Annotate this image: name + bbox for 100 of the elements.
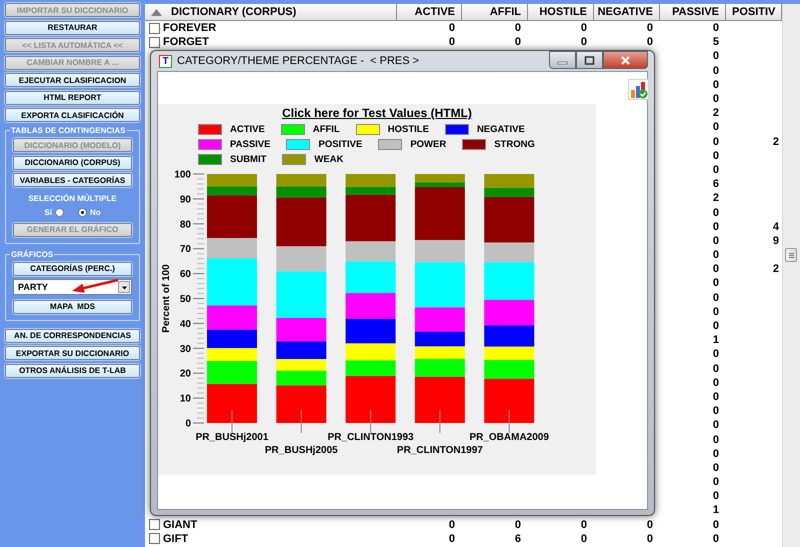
table-cell: 0 (514, 36, 521, 48)
legend-label: HOSTILE (388, 124, 429, 135)
y-axis-title: Percent of 100 (161, 264, 172, 333)
minimize-button[interactable] (549, 51, 576, 69)
sidebar-button[interactable]: MAPA MDS (13, 300, 132, 314)
table-cell: 0 (712, 405, 719, 418)
legend-label: PASSIVE (230, 139, 270, 150)
table-cell: 0 (712, 306, 719, 318)
word-cell: FORGET (163, 36, 209, 48)
app-icon: T (159, 54, 172, 68)
group-title: TABLAS DE CONTINGENCIAS (10, 126, 127, 135)
sidebar-button[interactable]: OTROS ANÁLISIS DE T-LAB (5, 364, 140, 378)
sidebar-button[interactable]: VARIABLES - CATEGORÍAS (13, 173, 132, 187)
legend-label: SUBMIT (230, 154, 266, 165)
x-tick-label: PR_CLINTON1997 (396, 445, 483, 456)
column-header[interactable]: NEGATIVE (594, 4, 660, 21)
y-tick-label: 10 (180, 394, 191, 405)
radio-label: No (90, 208, 101, 217)
y-tick-label: 60 (180, 269, 191, 280)
sidebar-button[interactable]: HTML REPORT (5, 90, 140, 104)
sidebar-button[interactable]: EXPORTAR SU DICCIONARIO (5, 346, 140, 360)
table-cell: 0 (580, 518, 587, 531)
column-header[interactable]: ACTIVE (397, 4, 462, 21)
table-cell: 2 (772, 136, 779, 148)
checkbox[interactable] (149, 22, 160, 34)
maximize-icon (584, 56, 595, 64)
table-cell: 4 (772, 220, 779, 233)
table-cell: 0 (712, 362, 719, 375)
table-cell: 9 (772, 234, 779, 247)
dropdown[interactable]: PARTY (13, 279, 132, 295)
radio-button[interactable] (78, 208, 87, 217)
table-cell: 2 (712, 192, 719, 204)
test-values-link[interactable]: Click here for Test Values (HTML) (282, 106, 472, 120)
table-cell: 2 (772, 263, 779, 276)
checkbox[interactable] (149, 533, 160, 544)
legend-label: ACTIVE (230, 124, 265, 135)
sidebar-button[interactable]: AN. DE CORRESPONDENCIAS (5, 328, 140, 342)
sidebar-button[interactable]: RESTAURAR (5, 20, 140, 34)
checkbox[interactable] (149, 36, 160, 48)
table-cell: 0 (646, 518, 653, 531)
table-cell: 6 (514, 532, 521, 545)
x-tick-label: PR_OBAMA2009 (469, 432, 549, 443)
legend-label: POSITIVE (318, 139, 362, 150)
x-tick-label: PR_BUSHj2005 (264, 445, 338, 456)
table-cell: 0 (712, 93, 719, 106)
window-title: CATEGORY/THEME PERCENTAGE - < PRES > (177, 55, 420, 67)
table-cell: 0 (448, 36, 455, 48)
table-cell: 0 (712, 419, 719, 432)
radio-button[interactable] (54, 208, 64, 217)
table-cell: 0 (712, 376, 719, 389)
table-cell: 0 (448, 532, 455, 545)
table-cell: 0 (712, 390, 719, 403)
group-title: GRÁFICOS (10, 250, 54, 258)
radio-label: Sí (44, 208, 52, 217)
word-cell: FOREVER (163, 22, 216, 34)
y-tick-label: 100 (174, 170, 191, 180)
sidebar-button[interactable]: EJECUTAR CLASIFICACION (5, 73, 140, 87)
y-tick-label: 20 (180, 368, 191, 380)
table-cell: 0 (712, 518, 719, 531)
sidebar-button[interactable]: EXPORTA CLASIFICACIÓN (5, 108, 140, 122)
table-cell: 0 (712, 206, 719, 219)
word-cell: GIFT (163, 532, 188, 545)
y-tick-label: 0 (185, 418, 191, 430)
bar-segment (346, 343, 396, 360)
legend-label: WEAK (314, 154, 344, 165)
caret-icon (118, 281, 130, 293)
sort-icon (151, 8, 162, 16)
column-header[interactable]: HOSTILE (528, 4, 594, 21)
legend-label: POWER (410, 139, 446, 150)
bar-segment (346, 293, 396, 319)
y-tick-label: 30 (180, 344, 191, 355)
maximize-button[interactable] (576, 51, 603, 69)
table-cell: 0 (712, 490, 719, 502)
sidebar-button[interactable]: DICCIONARIO (CORPUS) (13, 156, 132, 170)
scrollbar[interactable] (782, 4, 800, 547)
word-cell: GIANT (163, 518, 198, 531)
table-cell: 0 (712, 121, 719, 134)
y-tick-label: 80 (180, 219, 191, 230)
column-header[interactable]: AFFIL (462, 4, 528, 21)
table-cell: 1 (712, 504, 719, 516)
column-header[interactable]: DICTIONARY (CORPUS) (145, 4, 397, 21)
table-cell: 0 (712, 462, 719, 474)
table-cell: 0 (514, 518, 521, 531)
checkbox[interactable] (149, 519, 160, 530)
column-header[interactable]: POSITIV (726, 4, 782, 21)
table-cell: 1 (712, 334, 719, 346)
table-cell: 0 (646, 36, 653, 48)
table-cell: 0 (712, 434, 719, 446)
table-cell: 0 (712, 448, 719, 460)
table-cell: 0 (514, 22, 521, 34)
table-cell: 0 (712, 234, 719, 247)
y-tick-label: 70 (180, 244, 191, 256)
chart-button[interactable] (628, 79, 649, 100)
legend-label: NEGATIVE (476, 124, 525, 135)
table-cell: 0 (712, 150, 719, 162)
table-cell: 0 (580, 532, 587, 545)
close-button[interactable] (603, 51, 648, 69)
sidebar-button[interactable]: CATEGORÍAS (PERC.) (13, 262, 132, 276)
table-cell: 0 (712, 320, 719, 332)
column-header[interactable]: PASSIVE (660, 4, 726, 21)
